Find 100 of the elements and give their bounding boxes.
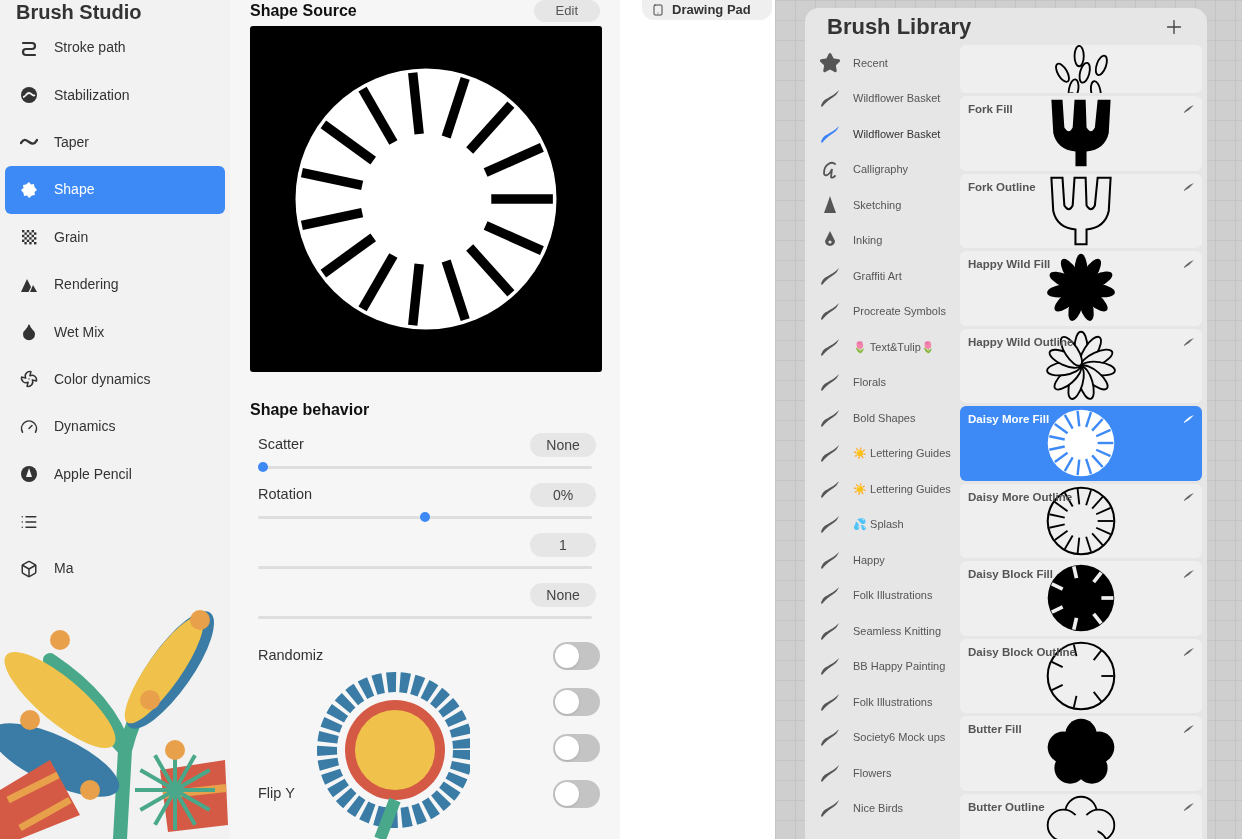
category-item[interactable]: Recent — [805, 45, 960, 81]
sidebar-label: Grain — [54, 227, 89, 247]
library-title: Brush Library — [827, 13, 972, 41]
brush-card[interactable]: Happy Wild Fill — [960, 251, 1202, 326]
cube-icon — [20, 560, 38, 578]
stroke-icon — [1184, 802, 1194, 811]
sidebar-label: Color dynamics — [54, 369, 151, 389]
category-item[interactable]: Wildflower Basket — [805, 116, 960, 152]
stroke-icon — [1184, 570, 1194, 578]
brush-name: Butter Fill — [968, 722, 1022, 737]
category-item[interactable]: Seamless Knitting — [805, 613, 960, 649]
slider-label: Scatter — [258, 435, 304, 455]
toggle-label: Flip Y — [258, 784, 295, 804]
brush-card[interactable] — [960, 45, 1202, 93]
stroke-icon — [1184, 105, 1194, 113]
category-item[interactable]: 💦 Splash — [805, 506, 960, 542]
value-pill: None — [530, 433, 596, 457]
edit-button[interactable]: Edit — [533, 0, 600, 22]
stroke-icon — [1184, 492, 1194, 501]
sidebar-label: Shape — [54, 180, 95, 200]
slider-label: Rotation — [258, 485, 312, 505]
slider-thumb[interactable] — [420, 512, 430, 522]
value-pill: None — [530, 583, 596, 607]
slider-track[interactable] — [258, 462, 592, 472]
checker-icon — [20, 228, 38, 247]
category-item[interactable]: Society6 Mock ups — [805, 719, 960, 755]
section-title: Shape Source — [250, 1, 357, 21]
sidebar-item[interactable]: Color dynamics — [5, 355, 225, 404]
sidebar-label: Taper — [54, 132, 90, 152]
category-item[interactable]: Graffiti Art — [805, 258, 960, 294]
category-item[interactable]: Nice Birds — [805, 790, 960, 826]
section-title: Shape behavior — [250, 400, 371, 420]
brush-card[interactable]: Butter Fill — [960, 716, 1202, 791]
brush-card[interactable]: Fork Outline — [960, 173, 1202, 248]
tablet-icon — [652, 4, 664, 16]
category-item[interactable]: Sketching — [805, 187, 960, 223]
pinwheel-icon — [20, 370, 38, 389]
star-icon — [819, 51, 841, 74]
sidebar-item[interactable]: Ma — [5, 545, 225, 593]
value-pill: 1 — [530, 533, 596, 557]
sidebar-item[interactable]: Stroke path — [5, 24, 225, 72]
pencil-tip-icon — [20, 465, 38, 484]
stroke-icon — [1184, 182, 1194, 191]
sidebar-item[interactable]: Taper — [5, 118, 225, 167]
category-item[interactable]: Inking — [805, 222, 960, 258]
brush-name: Fork Outline — [968, 179, 1036, 195]
category-item[interactable]: Calligraphy — [805, 151, 960, 187]
sidebar-label: Ma — [54, 559, 74, 579]
category-item[interactable]: ☀ Lettering Guides — [805, 435, 960, 471]
category-item[interactable]: Flowers — [805, 755, 960, 791]
stroke-icon — [1184, 725, 1194, 733]
category-item[interactable]: Folk Illustrations — [805, 684, 960, 720]
brush-name: Daisy Block Fill — [968, 567, 1053, 582]
sidebar-item[interactable]: Apple Pencil — [5, 450, 225, 498]
sidebar-item[interactable]: Shape — [5, 166, 225, 214]
tab-label: Drawing Pad — [672, 1, 751, 20]
wave-circle-icon — [20, 86, 38, 105]
sidebar-label: Stabilization — [54, 85, 130, 105]
toggle-label: Randomiz — [258, 646, 324, 666]
category-item[interactable]: 🌷 Text&Tulip🌷 — [805, 329, 960, 365]
sidebar-label: Dynamics — [54, 417, 116, 437]
sidebar-item[interactable]: Grain — [5, 213, 225, 261]
brush-name: Daisy More Fill — [968, 412, 1050, 427]
sidebar-item[interactable]: Rendering — [5, 260, 225, 309]
brush-name: Fork Fill — [968, 102, 1013, 117]
category-item[interactable]: Florals — [805, 364, 960, 400]
sidebar-item[interactable]: Wet Mix — [5, 308, 225, 356]
slider-track[interactable] — [258, 512, 592, 522]
wave-icon — [20, 138, 38, 147]
sidebar-item[interactable]: Stabilization — [5, 71, 225, 119]
sidebar-label: Rendering — [54, 275, 119, 295]
brush-card[interactable]: Daisy More Fill — [960, 406, 1202, 481]
toggle-switch[interactable] — [553, 734, 600, 762]
category-item[interactable]: BB Happy Painting — [805, 648, 960, 684]
sidebar-label: Stroke path — [54, 38, 126, 58]
stroke-icon — [1184, 415, 1194, 423]
brush-name: Happy Wild Fill — [968, 257, 1051, 272]
sidebar-label: Apple Pencil — [54, 464, 132, 484]
brush-card[interactable]: Fork Fill — [960, 96, 1202, 171]
badge-icon — [20, 180, 38, 199]
stroke-icon — [1184, 647, 1194, 656]
sidebar-label: Wet Mix — [54, 322, 105, 342]
category-item[interactable]: Happy — [805, 542, 960, 578]
toggle-switch[interactable] — [553, 688, 600, 716]
brush-card[interactable]: Daisy Block Fill — [960, 561, 1202, 636]
brush-card[interactable]: Butter Outline — [960, 793, 1202, 839]
stroke-icon — [1184, 260, 1194, 268]
slider-thumb[interactable] — [258, 462, 268, 472]
gauge-icon — [20, 417, 38, 436]
category-item[interactable]: ☀ Lettering Guides — [805, 471, 960, 507]
sidebar-item[interactable]: Dynamics — [5, 403, 225, 451]
droplet-icon — [20, 323, 38, 342]
category-item[interactable]: Bold Shapes — [805, 400, 960, 436]
category-item[interactable]: Folk Illustrations — [805, 577, 960, 613]
toggle-switch[interactable] — [553, 642, 600, 670]
studio-title: Brush Studio — [15, 0, 143, 23]
toggle-switch[interactable] — [553, 780, 600, 808]
category-item[interactable]: Procreate Symbols — [805, 293, 960, 329]
category-item[interactable]: Wildflower Basket — [805, 80, 960, 116]
drawing-pad-tab[interactable]: Drawing Pad — [642, 0, 772, 20]
